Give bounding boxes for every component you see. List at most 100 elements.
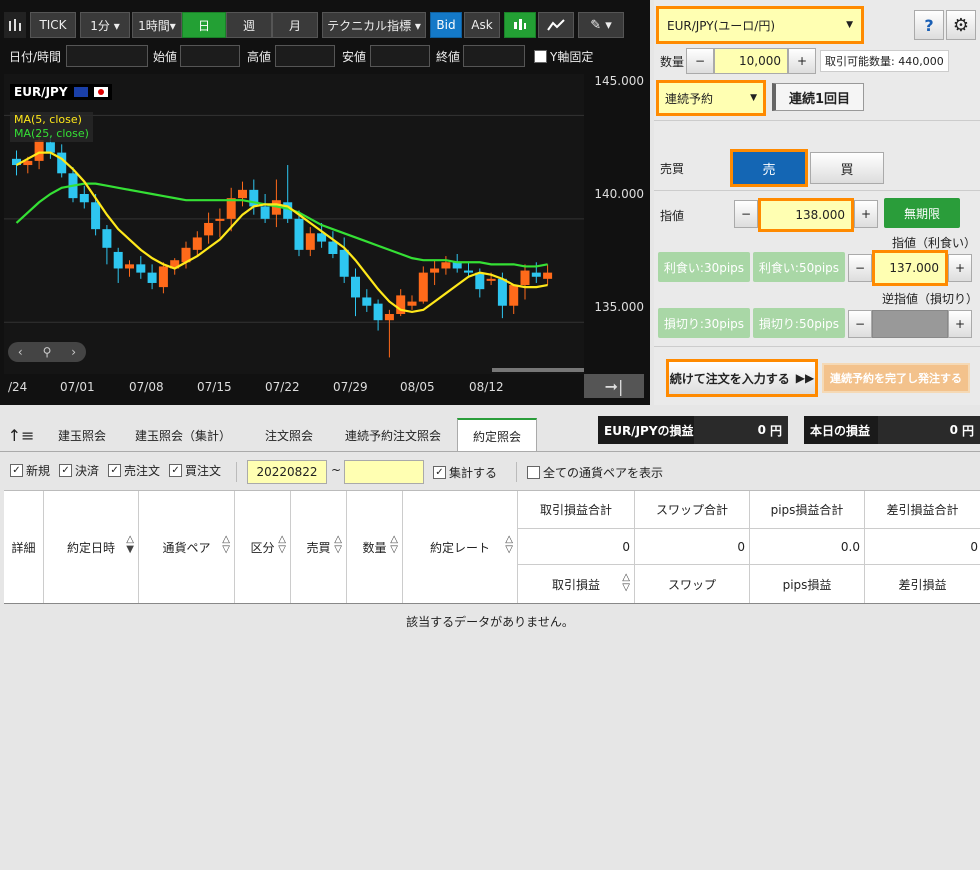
- tab-continuous-orders[interactable]: 連続予約注文照会: [336, 418, 450, 452]
- candle-chart-button[interactable]: [504, 12, 536, 38]
- stop-loss-50-button[interactable]: 損切り:50pips: [753, 308, 845, 338]
- ytick-140: 140.000: [594, 187, 644, 201]
- xtick: 08/05: [400, 380, 435, 394]
- candle: [418, 272, 428, 302]
- tab-positions[interactable]: 建玉照会: [40, 418, 124, 452]
- tp-plus-button[interactable]: +: [948, 254, 972, 282]
- tab-orders[interactable]: 注文照会: [244, 418, 334, 452]
- candle: [475, 272, 485, 290]
- tab-positions-summary[interactable]: 建玉照会（集計）: [126, 418, 240, 452]
- order-type-select[interactable]: 連続予約 ▼: [656, 80, 766, 116]
- stop-loss-input[interactable]: [872, 310, 948, 338]
- open-field: [180, 45, 240, 67]
- yfix-checkbox[interactable]: Y軸固定: [534, 44, 593, 68]
- tick-button[interactable]: TICK: [30, 12, 76, 38]
- week-button[interactable]: 週: [226, 12, 272, 38]
- continue-order-button[interactable]: 続けて注文を入力する ▶▶: [666, 359, 818, 397]
- col-pair[interactable]: 通貨ペア △ ▽: [139, 491, 235, 603]
- draw-tool-button[interactable]: ✎ ▾: [578, 12, 624, 38]
- fast-forward-icon: ▶▶: [795, 371, 815, 385]
- month-button[interactable]: 月: [272, 12, 318, 38]
- buy-button[interactable]: 買: [810, 152, 884, 184]
- currency-pair-value: EUR/JPY(ユーロ/円): [667, 18, 775, 33]
- chart-nav-control[interactable]: ‹ ⚲ ›: [8, 342, 86, 362]
- line-chart-button[interactable]: [538, 12, 574, 38]
- col-exec-time-label: 約定日時: [66, 540, 115, 555]
- chart-type-icon[interactable]: [4, 12, 26, 38]
- sort-icon[interactable]: △ ▽: [278, 535, 286, 555]
- tp-minus-button[interactable]: −: [848, 254, 872, 282]
- expiry-button[interactable]: 無期限: [884, 198, 960, 228]
- filter-settle-checkbox[interactable]: ✓ 決済: [59, 462, 99, 479]
- sell-button[interactable]: 売: [730, 149, 808, 187]
- sort-desc-icon[interactable]: △ ▼: [126, 535, 134, 555]
- stop-loss-30-button[interactable]: 損切り:30pips: [658, 308, 750, 338]
- sl-minus-button[interactable]: −: [848, 310, 872, 338]
- chart-toolbar: TICK 1分 ▾ 1時間▾ 日 週 月 テクニカル指標 ▾ Bid Ask ✎…: [4, 8, 650, 40]
- scroll-left-icon[interactable]: ‹: [18, 345, 23, 359]
- take-profit-30-button[interactable]: 利食い:30pips: [658, 252, 750, 282]
- chart-scrollbar[interactable]: [492, 368, 584, 372]
- candle-icon: [514, 19, 526, 30]
- qty-plus-button[interactable]: +: [788, 48, 816, 74]
- arrow-end-icon: ➞|: [604, 376, 624, 396]
- limit-price-input[interactable]: 138.000: [758, 198, 854, 232]
- col-category[interactable]: 区分 △ ▽: [235, 491, 291, 603]
- complete-order-button[interactable]: 連続予約を完了し発注する: [822, 363, 970, 393]
- collapse-panel-icon[interactable]: ↑≡: [4, 418, 38, 452]
- sort-icon[interactable]: △ ▽: [622, 573, 630, 593]
- help-button[interactable]: ?: [914, 10, 944, 40]
- ask-button[interactable]: Ask: [464, 12, 500, 38]
- sl-plus-button[interactable]: +: [948, 310, 972, 338]
- col-side[interactable]: 売買 △ ▽: [291, 491, 347, 603]
- tab-executions[interactable]: 約定照会: [457, 418, 537, 452]
- qty-label: 数量: [660, 55, 685, 69]
- candle: [362, 297, 372, 306]
- interval-select[interactable]: 1分 ▾: [80, 12, 130, 38]
- sum-pips-header: pips損益合計: [750, 491, 865, 529]
- sort-icon[interactable]: △ ▽: [505, 535, 513, 555]
- aggregate-checkbox[interactable]: ✓ 集計する: [433, 464, 497, 481]
- all-pairs-checkbox[interactable]: 全ての通貨ペアを表示: [527, 464, 663, 481]
- date-from-input[interactable]: 20220822: [247, 460, 327, 484]
- sort-icon[interactable]: △ ▽: [222, 535, 230, 555]
- date-to-input[interactable]: [344, 460, 424, 484]
- chart-plot-area[interactable]: EUR/JPY MA(5, close) MA(25, close) ‹ ⚲ ›: [4, 74, 584, 374]
- today-pl-label: 本日の損益: [810, 423, 871, 438]
- sort-icon[interactable]: △ ▽: [334, 535, 342, 555]
- day-button[interactable]: 日: [182, 12, 226, 38]
- filter-sell-checkbox[interactable]: ✓ 売注文: [108, 462, 160, 479]
- xtick: 07/22: [265, 380, 300, 394]
- candle: [215, 218, 225, 221]
- qty-input[interactable]: 10,000: [714, 48, 788, 74]
- pair-pl-label: EUR/JPYの損益: [604, 423, 694, 438]
- zoom-icon[interactable]: ⚲: [43, 345, 52, 359]
- take-profit-input[interactable]: 137.000: [872, 250, 948, 286]
- chevron-down-icon: ▼: [750, 93, 757, 103]
- col-trade-pl[interactable]: 取引損益 △ ▽: [518, 565, 635, 603]
- candle: [238, 189, 247, 199]
- jump-latest-button[interactable]: ➞|: [584, 374, 644, 398]
- filter-buy-checkbox[interactable]: ✓ 買注文: [169, 462, 221, 479]
- scroll-right-icon[interactable]: ›: [71, 345, 76, 359]
- limit-minus-button[interactable]: −: [734, 200, 758, 228]
- bid-button[interactable]: Bid: [430, 12, 462, 38]
- sum-net-pl-header: 差引損益合計: [865, 491, 980, 529]
- col-rate[interactable]: 約定レート △ ▽: [403, 491, 518, 603]
- sort-icon[interactable]: △ ▽: [390, 535, 398, 555]
- currency-pair-select[interactable]: EUR/JPY(ユーロ/円) ▼: [656, 6, 864, 44]
- period-select[interactable]: 1時間▾: [132, 12, 182, 38]
- yfix-box[interactable]: [534, 49, 547, 63]
- take-profit-50-button[interactable]: 利食い:50pips: [753, 252, 845, 282]
- candle: [531, 272, 541, 277]
- qty-minus-button[interactable]: −: [686, 48, 714, 74]
- technical-select[interactable]: テクニカル指標 ▾: [322, 12, 426, 38]
- col-rate-label: 約定レート: [429, 540, 490, 555]
- sequence-indicator: 連続1回目: [772, 83, 864, 111]
- candle: [136, 264, 146, 273]
- col-qty[interactable]: 数量 △ ▽: [347, 491, 403, 603]
- limit-plus-button[interactable]: +: [854, 200, 878, 228]
- settings-button[interactable]: ⚙: [946, 10, 976, 40]
- filter-new-checkbox[interactable]: ✓ 新規: [10, 462, 50, 479]
- col-exec-time[interactable]: 約定日時 △ ▼: [44, 491, 139, 603]
